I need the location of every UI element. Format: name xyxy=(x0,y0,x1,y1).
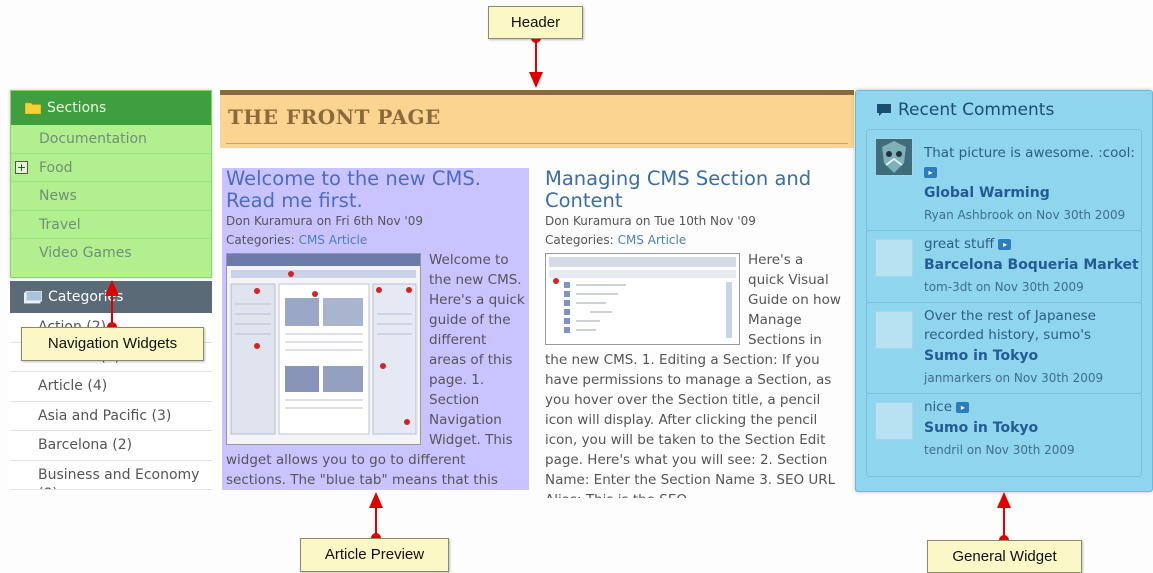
avatar[interactable] xyxy=(875,239,913,277)
comment-icon xyxy=(877,104,891,116)
reply-bubble-icon[interactable]: ▸ xyxy=(956,401,970,413)
reply-bubble-icon[interactable]: ▸ xyxy=(998,238,1012,250)
sections-title: Sections xyxy=(47,100,107,116)
header-rule xyxy=(226,143,848,144)
comment-author: tendril on Nov 30th 2009 xyxy=(924,443,1075,457)
article-title[interactable]: Managing CMS Section and Content xyxy=(545,168,843,212)
categories-widget: Categories Action (2) America (2) Articl… xyxy=(10,281,212,493)
article-excerpt-wrap: Welcome to the new CMS. Here's a quick g… xyxy=(429,252,525,448)
category-link-article[interactable]: Article xyxy=(648,233,687,247)
comment-text: That picture is awesome. :cool: xyxy=(924,145,1135,161)
article-categories: Categories: CMS Article xyxy=(545,231,843,250)
comment-item: Over the rest of Japanese recorded histo… xyxy=(867,303,1141,394)
screenshot-thumbnail-image xyxy=(546,254,739,344)
category-item[interactable]: Business and Economy (8) xyxy=(10,461,212,490)
comment-item: great stuff ▸ Barcelona Boqueria Market … xyxy=(867,231,1141,303)
category-link-cms[interactable]: CMS xyxy=(618,233,644,247)
comment-text: Over the rest of Japanese recorded histo… xyxy=(924,308,1096,343)
avatar-image xyxy=(876,139,912,175)
categories-title: Categories xyxy=(48,289,124,305)
recent-comments-widget: Recent Comments That picture is awesome.… xyxy=(855,90,1153,492)
categories-label: Categories: xyxy=(226,233,295,247)
page-title: THE FRONT PAGE xyxy=(228,105,441,129)
comment-author: janmarkers on Nov 30th 2009 xyxy=(924,371,1104,385)
avatar[interactable] xyxy=(875,402,913,440)
header-callout: Header xyxy=(488,6,583,39)
categories-label: Categories: xyxy=(545,233,614,247)
comment-post-link[interactable]: Sumo in Tokyo xyxy=(924,417,1141,439)
comment-text: nice xyxy=(924,399,953,415)
article-excerpt-wrap: Here's a quick Visual Guide on how Manag… xyxy=(748,252,841,348)
general-widget-callout: General Widget xyxy=(927,540,1082,573)
article-author: Don Kuramura on Tue 10th Nov '09 xyxy=(545,214,756,228)
screenshot-thumbnail-image xyxy=(227,254,420,444)
comments-header: Recent Comments xyxy=(856,91,1152,129)
category-item[interactable]: Asia and Pacific (3) xyxy=(10,402,212,431)
avatar[interactable] xyxy=(875,138,913,176)
article-title[interactable]: Welcome to the new CMS. Read me first. xyxy=(226,168,525,212)
comment-item: nice ▸ Sumo in Tokyo tendril on Nov 30th… xyxy=(867,394,1141,462)
sections-widget: Sections Documentation + Food News Trave… xyxy=(10,90,212,278)
article-author: Don Kuramura on Fri 6th Nov '09 xyxy=(226,214,423,228)
category-link-article[interactable]: Article xyxy=(329,233,368,247)
comment-post-link[interactable]: Global Warming xyxy=(924,182,1141,204)
article-preview-2: Managing CMS Section and Content Don Kur… xyxy=(545,168,843,498)
section-item-video-games[interactable]: Video Games xyxy=(11,239,211,268)
category-link-cms[interactable]: CMS xyxy=(299,233,325,247)
comment-post-link[interactable]: Barcelona Boqueria Market xyxy=(924,254,1141,276)
article-preview-1: Welcome to the new CMS. Read me first. D… xyxy=(222,168,529,490)
plus-icon[interactable]: + xyxy=(15,160,28,174)
article-categories: Categories: CMS Article xyxy=(226,231,525,250)
avatar[interactable] xyxy=(875,311,913,349)
section-item-news[interactable]: News xyxy=(11,182,211,211)
comment-author: Ryan Ashbrook on Nov 30th 2009 xyxy=(924,208,1126,222)
categories-icon xyxy=(24,290,42,303)
sections-header: Sections xyxy=(11,91,211,125)
article-thumbnail[interactable] xyxy=(226,253,421,445)
section-item-label: Food xyxy=(39,159,73,176)
page-header: THE FRONT PAGE xyxy=(220,90,854,148)
categories-header: Categories xyxy=(10,281,212,313)
category-item[interactable]: Article (4) xyxy=(10,372,212,402)
section-item-documentation[interactable]: Documentation xyxy=(11,125,211,154)
comment-author: tom-3dt on Nov 30th 2009 xyxy=(924,280,1084,294)
section-item-travel[interactable]: Travel xyxy=(11,211,211,239)
navigation-widgets-callout: Navigation Widgets xyxy=(21,327,204,361)
category-item[interactable]: Barcelona (2) xyxy=(10,431,212,461)
comment-post-link[interactable]: Sumo in Tokyo xyxy=(924,345,1141,367)
reply-bubble-icon[interactable]: ▸ xyxy=(924,166,937,178)
comments-list: That picture is awesome. :cool: ▸ Global… xyxy=(866,129,1142,477)
article-excerpt-rest: the new CMS. 1. Editing a Section: If yo… xyxy=(545,352,836,498)
comment-item: That picture is awesome. :cool: ▸ Global… xyxy=(867,130,1141,231)
article-excerpt-rest: widget allows you to go to different sec… xyxy=(226,452,498,488)
article-preview-callout: Article Preview xyxy=(300,538,449,572)
comments-title: Recent Comments xyxy=(898,100,1055,120)
comment-text: great stuff xyxy=(924,236,995,252)
folder-icon xyxy=(25,102,41,114)
section-item-food[interactable]: + Food xyxy=(11,154,211,182)
article-thumbnail[interactable] xyxy=(545,253,740,345)
